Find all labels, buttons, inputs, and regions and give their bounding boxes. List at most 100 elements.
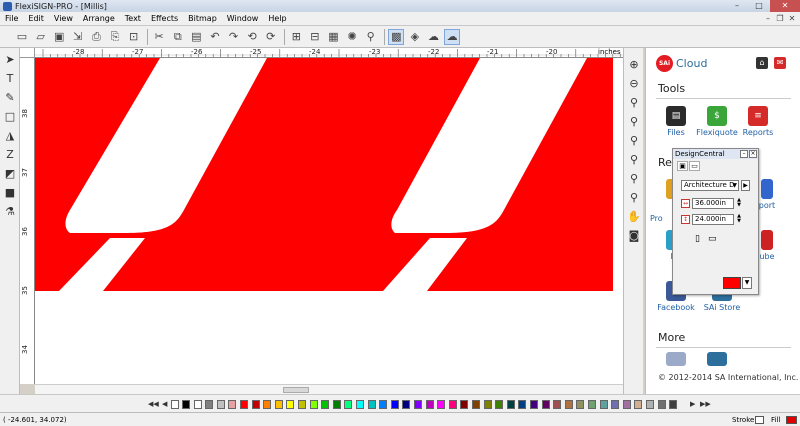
cloud-upload-icon[interactable]: ☁ [444, 28, 461, 45]
color-swatch[interactable] [379, 400, 388, 409]
color-swatch[interactable] [205, 400, 214, 409]
menu-view[interactable]: View [49, 14, 78, 23]
color-swatch[interactable] [588, 400, 596, 409]
output-icon[interactable]: ⊡ [126, 29, 142, 45]
color-swatch[interactable] [390, 400, 399, 409]
zoom-previous-icon[interactable]: ⚲ [626, 151, 642, 167]
zoom-actual-icon[interactable]: ⚲ [626, 170, 642, 186]
color-swatch[interactable] [622, 400, 631, 409]
copy-icon[interactable]: ⧉ [170, 29, 186, 45]
print-icon[interactable]: ⎙ [88, 29, 104, 45]
width-input[interactable]: 36.000in [692, 198, 734, 209]
menu-bitmap[interactable]: Bitmap [183, 14, 222, 23]
no-color-swatch[interactable] [171, 400, 179, 409]
redo-icon[interactable]: ↷ [226, 29, 242, 45]
zoom-out-icon[interactable]: ⊖ [626, 75, 642, 91]
color-swatch[interactable] [530, 400, 538, 409]
new-file-icon[interactable]: ▭ [14, 29, 30, 45]
palette-next-icon[interactable]: ▶▶ [700, 400, 711, 408]
zoom-fit-icon[interactable]: ⚲ [626, 189, 642, 205]
save-icon[interactable]: ▣ [51, 29, 67, 45]
artwork[interactable] [35, 58, 623, 384]
menu-arrange[interactable]: Arrange [78, 14, 120, 23]
pen-tool-icon[interactable]: ✎ [2, 89, 18, 105]
color-swatch[interactable] [437, 400, 446, 409]
color-swatch[interactable] [634, 400, 643, 409]
menu-window[interactable]: Window [222, 14, 264, 23]
color-swatch[interactable] [646, 400, 654, 409]
text-tool-icon[interactable]: T [2, 70, 18, 86]
mirror-icon[interactable]: ⟳ [263, 29, 279, 45]
menu-effects[interactable]: Effects [146, 14, 183, 23]
zoom-in-icon[interactable]: ⊕ [626, 56, 642, 72]
color-swatch[interactable] [216, 400, 225, 409]
mail-icon[interactable]: ✉ [774, 57, 786, 69]
cut-output-icon[interactable]: ⎘ [107, 29, 123, 45]
color-swatch[interactable] [495, 400, 504, 409]
color-swatch[interactable] [425, 400, 434, 409]
chevron-down-icon[interactable]: ▼ [742, 277, 752, 289]
color-swatch[interactable] [309, 400, 318, 409]
zoom-page-icon[interactable]: ⚲ [626, 94, 642, 110]
color-swatch[interactable] [298, 400, 306, 409]
close-button[interactable]: ✕ [770, 0, 800, 12]
fill-tool-icon[interactable]: ■ [2, 184, 18, 200]
maximize-button[interactable]: □ [748, 0, 770, 12]
tool-flexiquote[interactable]: $ Flexiquote [696, 106, 738, 137]
magnify-icon[interactable]: ⚲ [363, 29, 379, 45]
zoom-selection-icon[interactable]: ⚲ [626, 113, 642, 129]
color-swatch[interactable] [402, 400, 411, 409]
menu-help[interactable]: Help [263, 14, 291, 23]
color-swatch[interactable] [599, 400, 608, 409]
width-spinner[interactable]: ▲ ▼ [735, 198, 743, 209]
fill-color-swatch[interactable] [723, 277, 741, 289]
horizontal-scrollbar[interactable] [35, 384, 623, 394]
color-swatch[interactable] [460, 400, 469, 409]
color-swatch[interactable] [472, 400, 480, 409]
align-icon[interactable]: ⊟ [307, 29, 323, 45]
more-item[interactable] [696, 352, 738, 368]
color-swatch[interactable] [274, 400, 283, 409]
portrait-icon[interactable]: ▯ [695, 234, 700, 244]
color-swatch[interactable] [193, 400, 202, 409]
collapse-icon[interactable]: – [740, 150, 748, 158]
layout-tab-icon[interactable]: ▭ [689, 161, 700, 171]
color-swatch[interactable] [367, 400, 376, 409]
node-edit-icon[interactable]: ◮ [2, 127, 18, 143]
next-arrow-icon[interactable]: ▶ [741, 180, 750, 191]
close-icon[interactable]: × [749, 150, 757, 158]
vertical-ruler[interactable]: 38 37 36 35 34 [20, 58, 35, 384]
color-swatch[interactable] [611, 400, 620, 409]
doc-restore-button[interactable]: ❐ [774, 13, 786, 24]
open-file-icon[interactable]: ▱ [33, 29, 49, 45]
horizontal-ruler[interactable]: -28 -27 -26 -25 -24 -23 -22 -21 -20 [35, 48, 623, 58]
color-swatch[interactable] [483, 400, 492, 409]
rotate-icon[interactable]: ⟲ [244, 29, 260, 45]
menu-file[interactable]: File [0, 14, 23, 23]
tool-files[interactable]: ▤ Files [655, 106, 697, 137]
color-swatch[interactable] [228, 400, 237, 409]
more-item[interactable] [655, 352, 697, 368]
doc-minimize-button[interactable]: – [762, 13, 774, 24]
color-swatch[interactable] [240, 400, 248, 409]
cloud-sync-icon[interactable]: ☁ [425, 29, 441, 45]
rectangle-tool-icon[interactable]: □ [2, 108, 18, 124]
color-swatch[interactable] [414, 400, 422, 409]
color-swatch[interactable] [332, 400, 341, 409]
page-tab-icon[interactable]: ▣ [677, 161, 688, 171]
color-swatch[interactable] [182, 400, 190, 409]
arrange-icon[interactable]: ▦ [326, 29, 342, 45]
menu-text[interactable]: Text [120, 14, 146, 23]
color-swatch[interactable] [576, 400, 585, 409]
palette-left-icon[interactable]: ◀ [162, 400, 167, 408]
preview-mode-icon[interactable]: ◙ [626, 227, 642, 243]
color-swatch[interactable] [564, 400, 573, 409]
eyedropper-icon[interactable]: ⚗ [2, 203, 18, 219]
minimize-button[interactable]: – [726, 0, 748, 12]
color-swatch[interactable] [518, 400, 527, 409]
color-swatch[interactable] [251, 400, 260, 409]
stroke-swatch[interactable] [755, 416, 764, 424]
scrollbar-thumb[interactable] [283, 387, 309, 393]
fill-swatch[interactable] [786, 416, 797, 424]
color-preview-icon[interactable]: ◈ [407, 29, 423, 45]
